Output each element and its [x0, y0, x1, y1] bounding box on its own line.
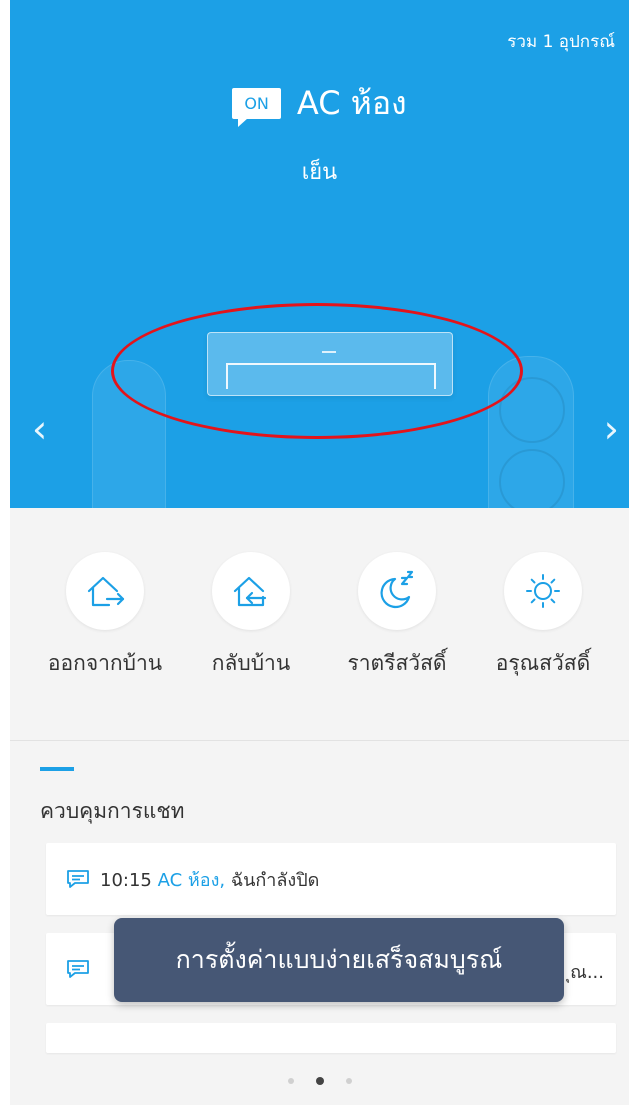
- mode-label: ราตรีสวัสดิ์: [347, 651, 447, 675]
- device-name: AC ห้อง: [296, 84, 407, 122]
- message-body: ฉันกำลังปิด: [225, 869, 320, 891]
- moon-sleep-icon: [358, 552, 436, 630]
- chat-message-text: 10:15 AC ห้อง, ฉันกำลังปิด: [100, 865, 319, 894]
- page-indicator: [10, 1077, 629, 1085]
- mode-return-home-button[interactable]: กลับบ้าน: [186, 552, 316, 678]
- page-dot[interactable]: [287, 1078, 294, 1084]
- mode-label: กลับบ้าน: [211, 651, 291, 675]
- mode-good-night-button[interactable]: ราตรีสวัสดิ์: [332, 552, 462, 678]
- message-device-link[interactable]: AC ห้อง,: [158, 870, 225, 891]
- chat-message-card[interactable]: 10:15 AC ห้อง, ฉันกำลังปิด: [46, 843, 616, 915]
- section-accent: [40, 767, 74, 771]
- page-dot-active[interactable]: [315, 1077, 324, 1085]
- chat-message-text: ุณ...: [570, 962, 604, 983]
- annotation-circle: [111, 303, 523, 439]
- device-hero: รวม 1 อุปกรณ์ ON AC ห้อง เย็น ‹ ›: [10, 0, 629, 508]
- mode-label: ออกจากบ้าน: [47, 651, 163, 675]
- chat-bubble-icon: [67, 960, 89, 978]
- mode-label: อรุณสวัสดิ์: [495, 651, 591, 675]
- carousel-prev-button[interactable]: ‹: [32, 410, 47, 448]
- return-home-icon: [212, 552, 290, 630]
- device-count: รวม 1 อุปกรณ์: [507, 32, 615, 52]
- chat-bubble-icon: [67, 870, 89, 888]
- carousel-next-button[interactable]: ›: [604, 410, 619, 448]
- mode-leave-home-button[interactable]: ออกจากบ้าน: [40, 552, 170, 678]
- power-status-badge[interactable]: ON: [232, 88, 281, 127]
- sun-icon: [504, 552, 582, 630]
- chat-message-card[interactable]: [46, 1023, 616, 1053]
- message-time: 10:15: [100, 869, 152, 891]
- app-screen: รวม 1 อุปกรณ์ ON AC ห้อง เย็น ‹ › ออกจาก…: [10, 0, 629, 1105]
- leave-home-icon: [66, 552, 144, 630]
- toast-notification: การตั้งค่าแบบง่ายเสร็จสมบูรณ์: [114, 918, 564, 1002]
- device-title-row: ON AC ห้อง: [10, 78, 629, 129]
- quick-mode-bar: ออกจากบ้าน กลับบ้าน ราตรีสวัสดิ์ อรุณสวั…: [10, 508, 629, 740]
- mode-good-morning-button[interactable]: อรุณสวัสดิ์: [478, 552, 608, 678]
- speaker-cone: [499, 449, 565, 508]
- page-dot[interactable]: [345, 1078, 352, 1084]
- chat-section-title: ควบคุมการแชท: [40, 799, 185, 823]
- operating-mode: เย็น: [301, 160, 338, 185]
